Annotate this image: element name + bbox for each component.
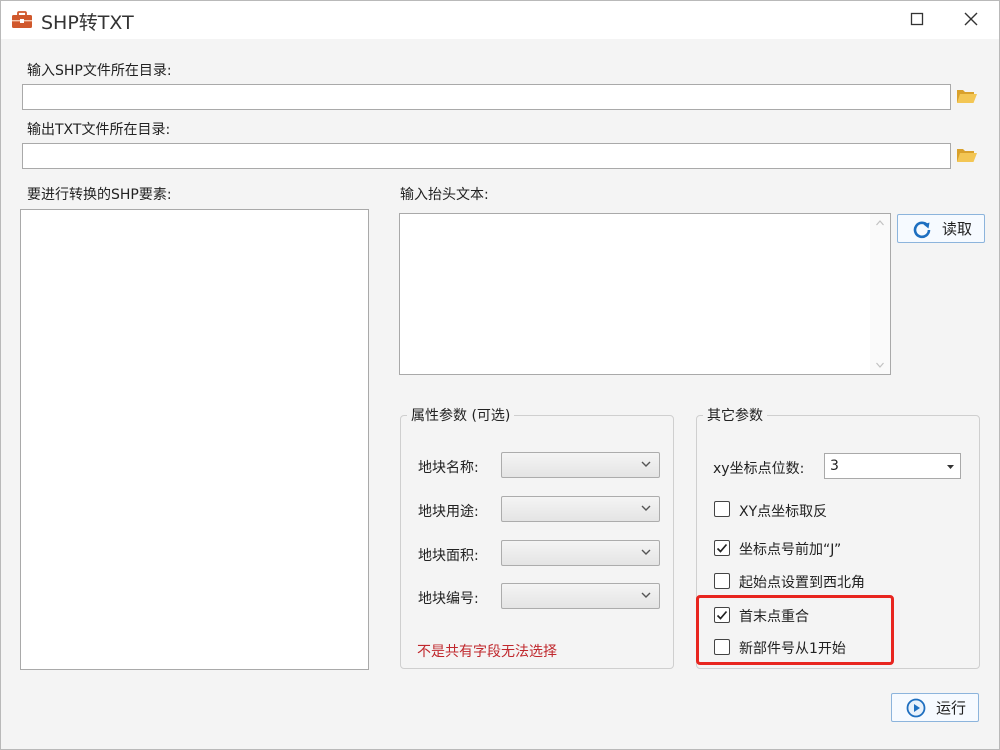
parcel-area-label: 地块面积: [418,548,479,564]
chevron-down-icon [641,592,651,598]
dialog-window: SHP转TXT 输入SHP文件所在目录: 输出TXT文件所在目录: 要进行转换的… [0,0,1000,750]
close-button[interactable] [958,9,984,31]
read-button[interactable]: 读取 [897,214,985,243]
option-invert-xy-label: XY点坐标取反 [739,504,828,520]
scroll-up-icon[interactable] [876,220,884,226]
folder-open-icon [957,149,977,162]
checkmark-icon [716,543,728,553]
chevron-down-icon [641,549,651,555]
features-label: 要进行转换的SHP要素: [27,187,172,203]
input-dir-field[interactable] [22,84,951,110]
output-dir-label: 输出TXT文件所在目录: [27,122,171,138]
toolbox-icon [12,11,32,28]
other-params-group-title: 其它参数 [703,405,767,425]
close-icon [964,12,978,26]
attributes-group-title: 属性参数 (可选) [407,405,515,425]
decimals-select[interactable]: 3 [824,453,961,479]
run-button-label: 运行 [936,699,967,717]
folder-open-icon [957,90,977,103]
checkbox-invert-xy[interactable] [714,501,730,517]
parcel-name-select[interactable] [501,452,660,478]
window-title: SHP转TXT [41,12,134,34]
scroll-down-icon[interactable] [876,362,884,368]
chevron-down-icon [641,505,651,511]
parcel-name-label: 地块名称: [418,460,479,476]
output-dir-field[interactable] [22,143,951,169]
title-bar: SHP转TXT [1,1,999,39]
header-text-label: 输入抬头文本: [400,187,489,203]
run-button[interactable]: 运行 [891,693,979,722]
checkbox-start-northwest[interactable] [714,573,730,589]
header-text-scrollbar[interactable] [870,214,890,374]
maximize-button[interactable] [904,9,930,31]
input-dir-browse-button[interactable] [956,87,980,109]
parcel-number-select[interactable] [501,583,660,609]
header-text-area[interactable] [399,213,891,375]
parcel-use-label: 地块用途: [418,504,479,520]
highlight-box [696,595,894,665]
input-dir-label: 输入SHP文件所在目录: [27,63,172,79]
parcel-number-label: 地块编号: [418,591,479,607]
read-button-label: 读取 [942,220,973,238]
option-start-northwest-label: 起始点设置到西北角 [739,575,865,591]
decimals-label: xy坐标点位数: [713,461,805,477]
checkbox-prefix-j[interactable] [714,540,730,556]
features-list[interactable] [20,209,369,670]
chevron-down-icon [641,461,651,467]
refresh-icon [913,221,931,238]
output-dir-browse-button[interactable] [956,146,980,168]
play-icon [906,698,926,717]
decimals-value: 3 [830,458,839,474]
parcel-area-select[interactable] [501,540,660,566]
option-prefix-j-label: 坐标点号前加“J” [739,542,842,558]
parcel-use-select[interactable] [501,496,660,522]
field-warning-text: 不是共有字段无法选择 [417,644,557,660]
maximize-icon [910,12,924,26]
caret-down-icon [947,465,954,469]
